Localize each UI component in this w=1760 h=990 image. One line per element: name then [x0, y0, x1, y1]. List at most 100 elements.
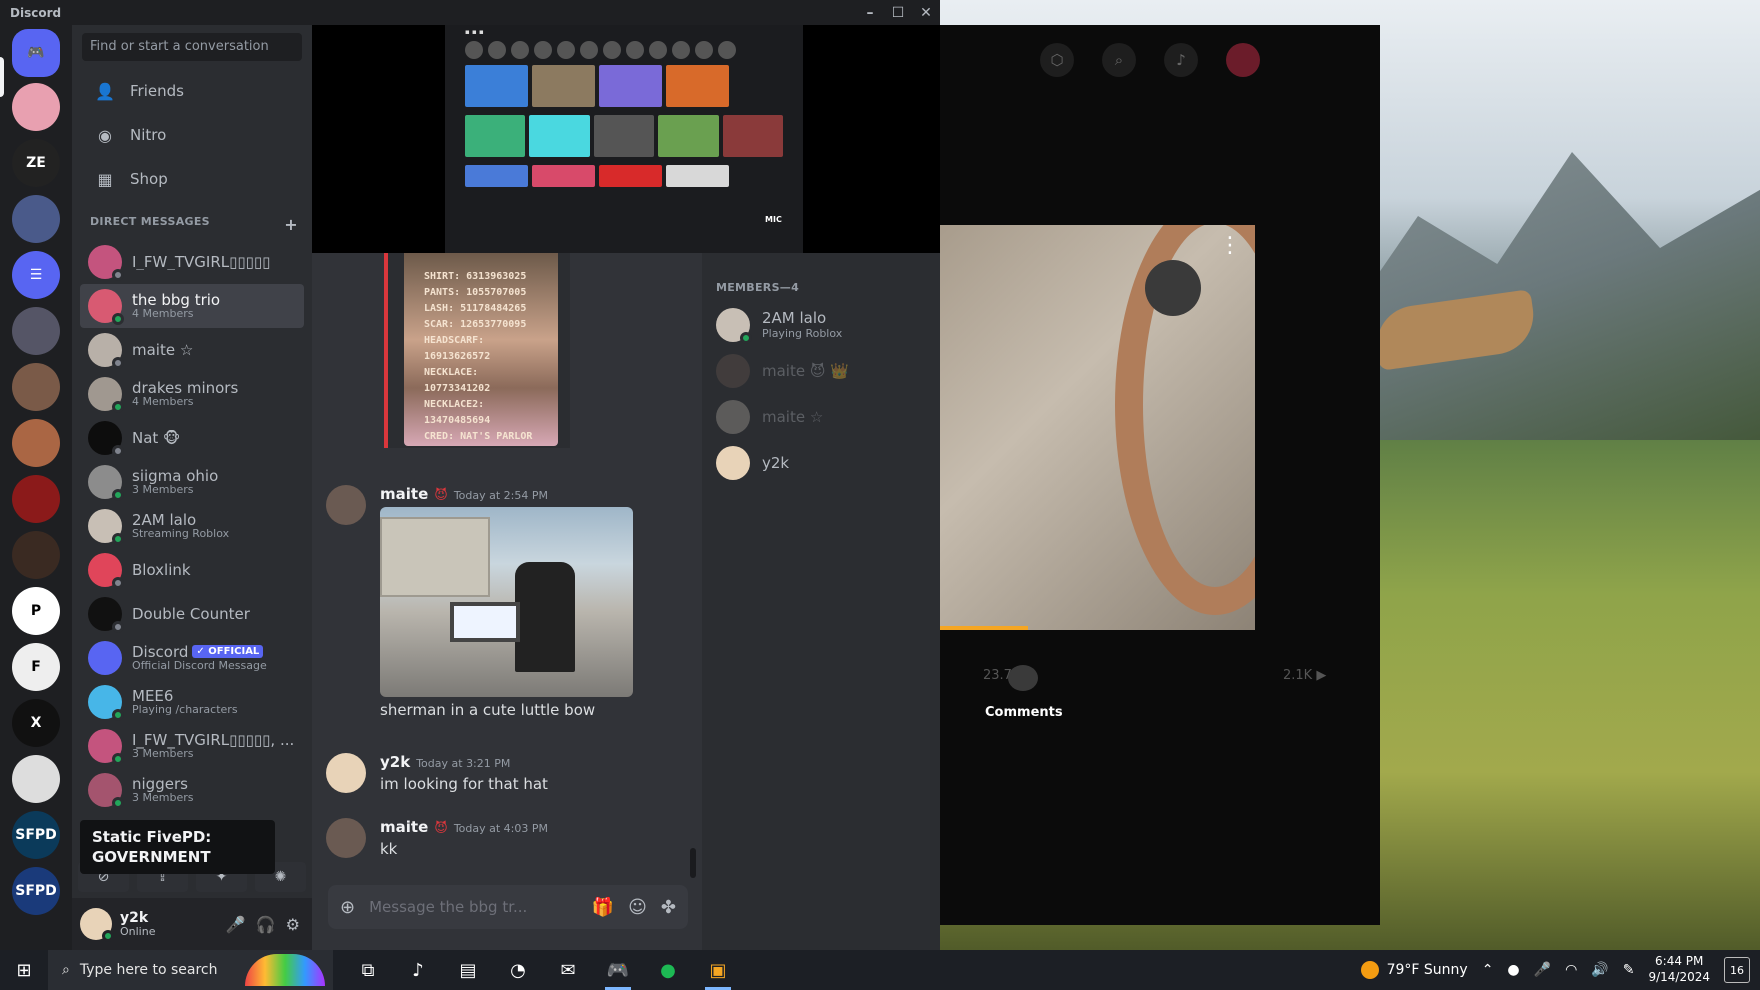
dm-name: Double Counter — [132, 605, 250, 623]
comments-label[interactable]: Comments — [985, 705, 1063, 720]
taskbar-search[interactable]: ⌕ Type here to search — [48, 950, 333, 990]
member-item[interactable]: maite 😈 👑 — [702, 348, 940, 394]
search-icon[interactable]: ⌕ — [1102, 43, 1136, 77]
spotify-icon[interactable]: ● — [643, 950, 693, 990]
gift-icon[interactable]: 🎁 — [592, 897, 614, 918]
server-icon[interactable]: F — [12, 643, 60, 691]
notifications-icon[interactable]: 16 — [1724, 957, 1750, 983]
server-icon[interactable] — [12, 419, 60, 467]
tray-app-icon[interactable]: ● — [1507, 962, 1519, 978]
dm-item[interactable]: Nat 🐵 — [80, 416, 304, 460]
member-item[interactable]: maite ☆ — [702, 394, 940, 440]
video-progress-bar[interactable] — [940, 626, 1029, 630]
wifi-icon[interactable]: ◠ — [1565, 962, 1577, 978]
volume-icon[interactable]: 🔊 — [1591, 962, 1608, 978]
clock-time: 6:44 PM — [1655, 954, 1704, 969]
maximize-button[interactable]: ☐ — [884, 5, 912, 21]
server-icon[interactable]: ZE — [12, 139, 60, 187]
dm-item[interactable]: Discord ✓ OFFICIAL Official Discord Messag… — [80, 636, 304, 680]
server-icon[interactable] — [12, 531, 60, 579]
server-icon[interactable] — [12, 475, 60, 523]
task-view-icon[interactable]: ⧉ — [343, 950, 393, 990]
dm-subtitle: 4 Members — [132, 307, 194, 321]
dm-name: the bbg trio — [132, 291, 221, 309]
microphone-icon[interactable]: 🎤 — [226, 915, 246, 934]
dm-item[interactable]: Bloxlink — [80, 548, 304, 592]
dm-item[interactable]: Double Counter — [80, 592, 304, 636]
avatar[interactable] — [1226, 43, 1260, 77]
dm-item[interactable]: siigma ohio 3 Members — [80, 460, 304, 504]
server-icon[interactable] — [12, 83, 60, 131]
chevron-up-icon[interactable]: ⌃ — [1482, 962, 1494, 978]
dm-item[interactable]: I_FW_TVGIRL▯▯▯▯▯, ... 3 Members — [80, 724, 304, 768]
app-logo-icon[interactable]: ⬡ — [1040, 43, 1074, 77]
add-attachment-icon[interactable]: ⊕ — [340, 897, 355, 918]
create-dm-icon[interactable]: + — [284, 215, 298, 234]
avatar[interactable] — [326, 818, 366, 858]
bell-icon[interactable]: ♪ — [1164, 43, 1198, 77]
dm-item[interactable]: 2AM lalo Streaming Roblox — [80, 504, 304, 548]
edge-icon[interactable]: ◔ — [493, 950, 543, 990]
avatar — [716, 354, 750, 388]
home-discord-icon[interactable]: 🎮 — [12, 29, 60, 77]
avatar — [88, 377, 124, 413]
discord-taskbar-icon[interactable]: 🎮 — [593, 950, 643, 990]
server-icon[interactable]: X — [12, 699, 60, 747]
minimize-button[interactable]: – — [856, 5, 884, 21]
message-input[interactable]: Message the bbg tr... — [369, 898, 578, 916]
dm-item[interactable]: maite ☆ — [80, 328, 304, 372]
message-author[interactable]: maite — [380, 818, 428, 836]
gear-icon[interactable]: ⚙ — [286, 915, 300, 934]
apps-icon[interactable]: ✤ — [661, 897, 676, 918]
server-icon[interactable]: SFPD — [12, 811, 60, 859]
dm-name: niggers — [132, 775, 188, 793]
message-composer[interactable]: ⊕ Message the bbg tr... 🎁 ☺ ✤ — [328, 885, 688, 929]
store-icon[interactable]: ▤ — [443, 950, 493, 990]
dm-item[interactable]: the bbg trio 4 Members — [80, 284, 304, 328]
windows-start-icon[interactable]: ⊞ — [0, 960, 48, 981]
nav-friends[interactable]: 👤 Friends — [72, 69, 312, 113]
avatar[interactable] — [326, 485, 366, 525]
scrollbar[interactable] — [690, 848, 696, 878]
emoji-icon[interactable]: ☺ — [628, 897, 647, 918]
nav-shop[interactable]: ▦ Shop — [72, 157, 312, 201]
nav-nitro[interactable]: ◉ Nitro — [72, 113, 312, 157]
microphone-icon[interactable]: 🎤 — [1534, 962, 1551, 978]
dm-item[interactable]: drakes minors 4 Members — [80, 372, 304, 416]
image-attachment[interactable]: SHIRT: 6313963025 PANTS: 1055707005 LASH: … — [384, 253, 570, 448]
image-attachment[interactable] — [380, 507, 633, 697]
app-taskbar-icon[interactable]: ▣ — [693, 950, 743, 990]
pen-icon[interactable]: ✎ — [1623, 962, 1635, 978]
server-icon[interactable] — [12, 755, 60, 803]
avatar — [716, 400, 750, 434]
avatar[interactable] — [326, 753, 366, 793]
video-player[interactable]: ⋮ — [940, 225, 1255, 630]
tiktok-icon[interactable]: ♪ — [393, 950, 443, 990]
weather-widget[interactable]: 79°F Sunny — [1360, 961, 1468, 979]
server-icon[interactable] — [12, 307, 60, 355]
server-icon[interactable] — [12, 363, 60, 411]
server-icon[interactable]: P — [12, 587, 60, 635]
dm-name: I_FW_TVGIRL▯▯▯▯▯, ... — [132, 731, 295, 749]
dm-item[interactable]: I_FW_TVGIRL▯▯▯▯▯ — [80, 240, 304, 284]
clock[interactable]: 6:44 PM 9/14/2024 — [1648, 954, 1710, 985]
search-input[interactable]: Find or start a conversation — [82, 33, 302, 61]
server-icon[interactable] — [12, 195, 60, 243]
video-frame-knob — [1145, 260, 1201, 316]
avatar[interactable] — [80, 908, 114, 942]
more-options-icon[interactable]: ⋮ — [1219, 233, 1241, 258]
comments-icon[interactable] — [1008, 665, 1038, 691]
server-icon[interactable]: ☰ — [12, 251, 60, 299]
message-author[interactable]: y2k — [380, 753, 410, 771]
member-item[interactable]: y2k — [702, 440, 940, 486]
close-button[interactable]: ✕ — [912, 5, 940, 21]
outfit-code-line: PANTS: 1055707005 — [424, 287, 527, 298]
server-icon[interactable]: SFPD — [12, 867, 60, 915]
dm-item[interactable]: niggers 3 Members — [80, 768, 304, 812]
message-author[interactable]: maite — [380, 485, 428, 503]
outlook-icon[interactable]: ✉ — [543, 950, 593, 990]
message-text: kk — [380, 840, 398, 858]
member-item[interactable]: 2AM lalo Playing Roblox — [702, 302, 940, 348]
headphones-icon[interactable]: 🎧 — [256, 915, 276, 934]
dm-item[interactable]: MEE6 Playing /characters — [80, 680, 304, 724]
